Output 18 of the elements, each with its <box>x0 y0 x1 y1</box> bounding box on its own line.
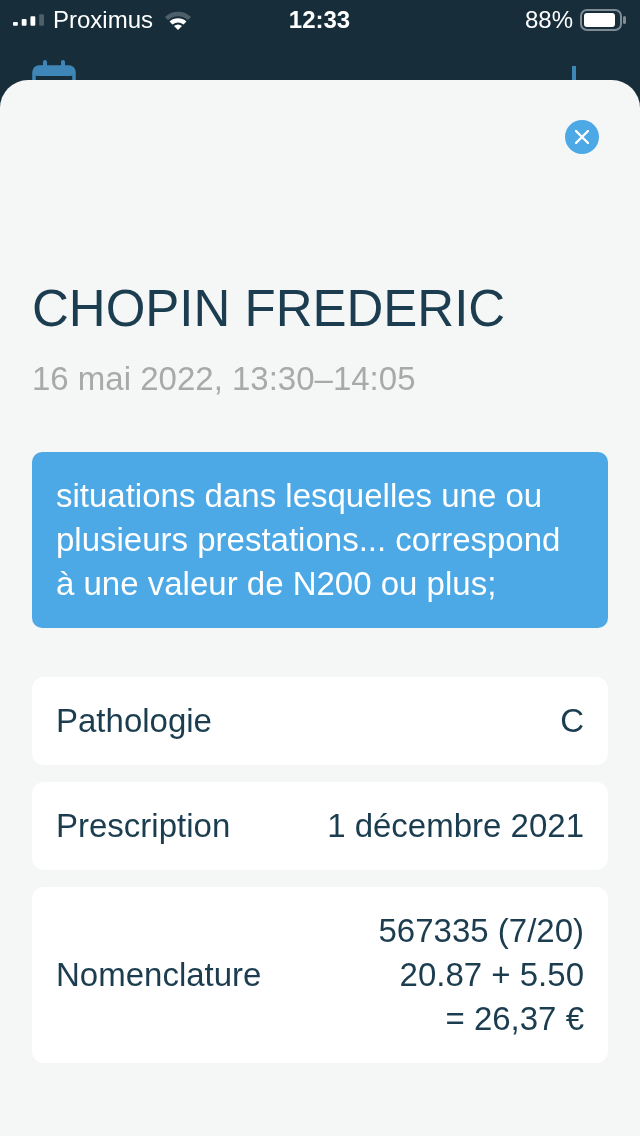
clock-time: 12:33 <box>288 6 351 34</box>
detail-label: Prescription <box>56 806 231 846</box>
detail-label: Nomenclature <box>56 955 262 995</box>
detail-value: 1 décembre 2021 <box>327 806 584 846</box>
calendar-icon[interactable] <box>32 60 76 80</box>
close-icon <box>575 130 589 144</box>
battery-icon <box>580 9 626 31</box>
carrier-name: Proximus <box>53 6 154 34</box>
detail-value: 567335 (7/20) 20.87 + 5.50 = 26,37 € <box>378 911 584 1039</box>
wifi-icon <box>164 10 193 30</box>
signal-icon <box>13 14 44 26</box>
patient-name: CHOPIN FREDERIC <box>32 279 506 339</box>
detail-value: C <box>560 701 584 741</box>
note-banner: situations dans lesquelles une ou plusieurs prestations... correspond à une valeur de N200 ou plus; <box>32 452 608 628</box>
close-button[interactable] <box>565 120 599 154</box>
appointment-time: 16 mai 2022, 13:30–14:05 <box>32 359 416 399</box>
battery-percent: 88% <box>524 6 573 34</box>
detail-label: Pathologie <box>56 701 212 741</box>
